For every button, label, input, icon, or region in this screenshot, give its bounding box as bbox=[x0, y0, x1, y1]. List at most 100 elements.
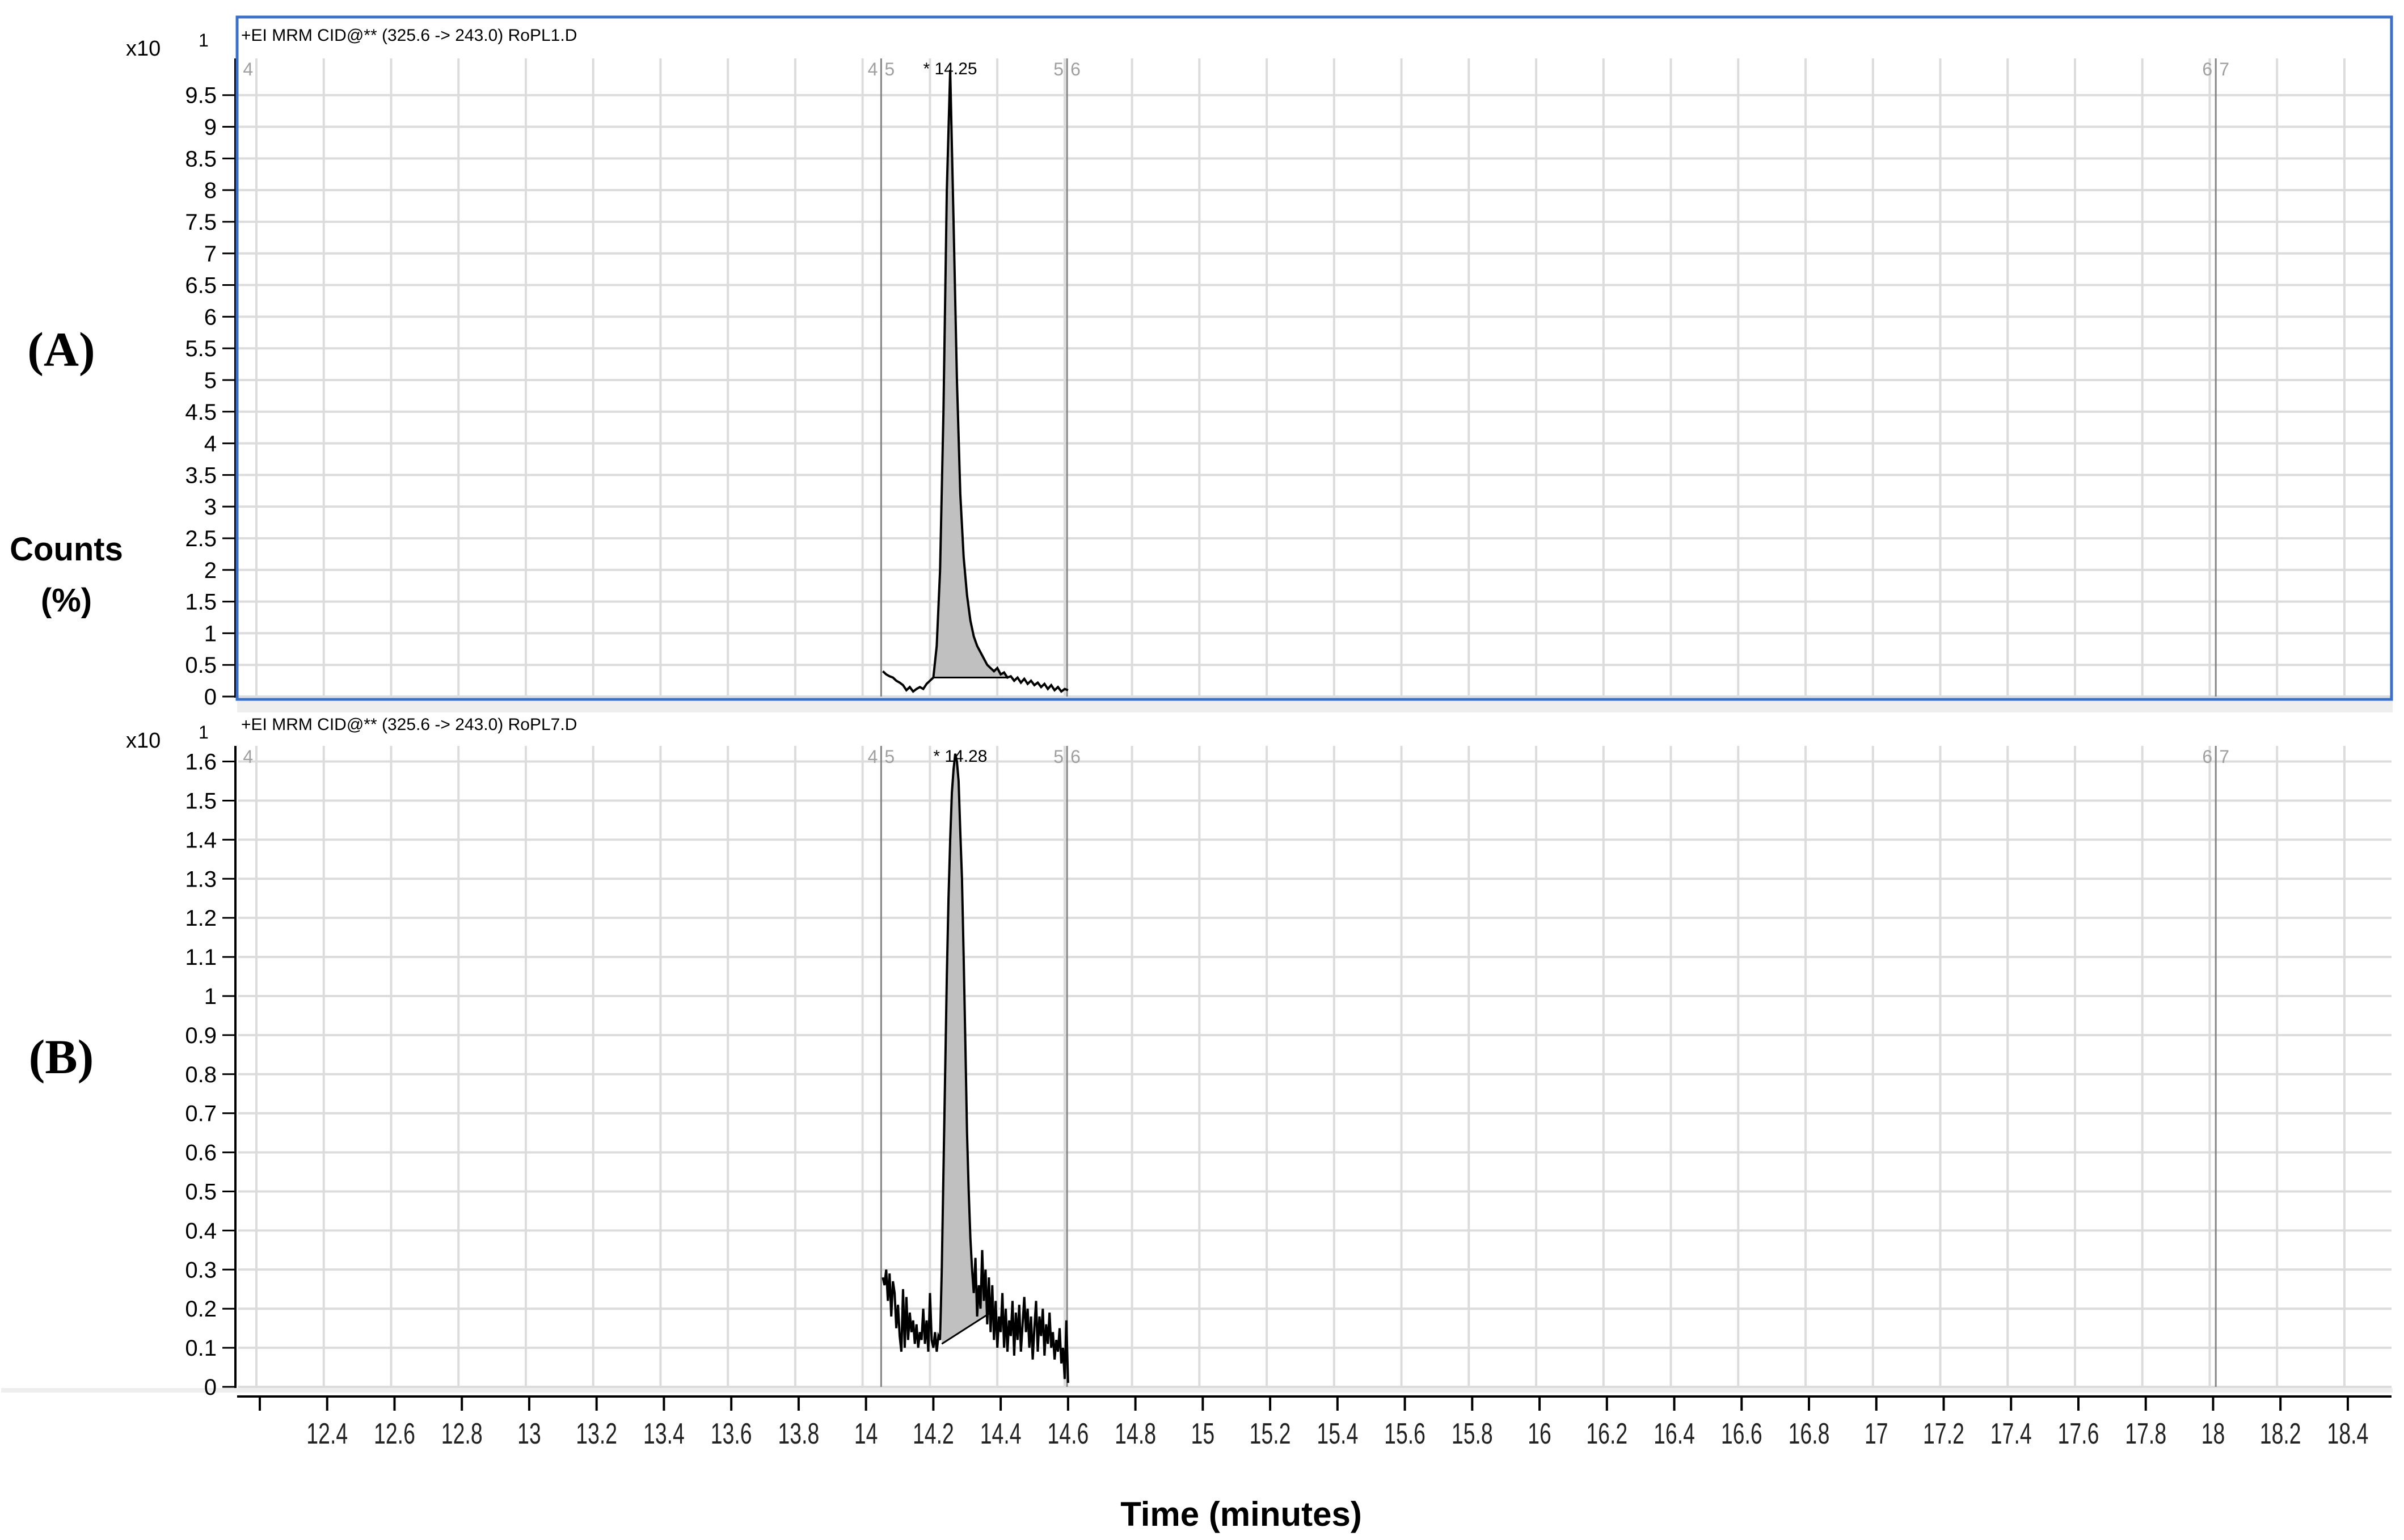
y-tick-label: 1.5 bbox=[185, 788, 217, 813]
x-tick-label: 13.8 bbox=[778, 1417, 819, 1450]
x-tick-label: 17.4 bbox=[1990, 1417, 2032, 1450]
y-tick-label: 0.6 bbox=[185, 1141, 217, 1166]
axis-separator bbox=[1, 1388, 2393, 1393]
y-tick-label: 0.4 bbox=[185, 1218, 217, 1243]
y-tick-label: 1 bbox=[204, 621, 217, 646]
panel-label-b: (B) bbox=[29, 1030, 94, 1084]
y-axis-label-line2: (%) bbox=[41, 582, 92, 619]
y-tick-label: 1.2 bbox=[185, 906, 217, 931]
peak-retention-time-label: * 14.28 bbox=[933, 747, 987, 766]
x-tick-label: 13.4 bbox=[643, 1417, 685, 1450]
segment-marker-right-label: 7 bbox=[2219, 59, 2229, 79]
trace-title: +EI MRM CID@** (325.6 -> 243.0) RoPL7.D bbox=[241, 715, 577, 734]
x-tick-label: 17 bbox=[1865, 1417, 1888, 1450]
y-multiplier-label: x10 bbox=[126, 729, 161, 753]
panel-label-a: (A) bbox=[27, 322, 95, 377]
x-tick-label: 15.2 bbox=[1250, 1417, 1291, 1450]
y-tick-label: 5.5 bbox=[185, 336, 217, 361]
y-tick-label: 7 bbox=[204, 242, 217, 267]
trace-title: +EI MRM CID@** (325.6 -> 243.0) RoPL1.D bbox=[241, 26, 577, 45]
chromatogram-figure: 4 4 5 5 6 6 7* 14.25+EI MRM CID@** (325.6 -> 2… bbox=[1, 15, 2393, 1533]
x-tick-label: 14 bbox=[854, 1417, 878, 1450]
y-multiplier-label: x10 bbox=[126, 37, 161, 61]
x-tick-label: 16.4 bbox=[1654, 1417, 1695, 1450]
peak-retention-time-label: * 14.25 bbox=[923, 60, 977, 78]
y-tick-label: 8 bbox=[204, 178, 217, 203]
y-tick-label: 0.8 bbox=[185, 1062, 217, 1087]
y-exponent-label: 1 bbox=[199, 722, 209, 742]
y-tick-label: 0 bbox=[204, 1375, 217, 1400]
segment-marker-left-label: 5 bbox=[1053, 746, 1064, 767]
y-tick-label: 6 bbox=[204, 305, 217, 330]
x-tick-label: 18.2 bbox=[2260, 1417, 2301, 1450]
segment-marker-left-label: 6 bbox=[2202, 59, 2212, 79]
x-tick-label: 17.6 bbox=[2058, 1417, 2099, 1450]
y-tick-label: 7.5 bbox=[185, 210, 217, 235]
y-tick-label: 1.3 bbox=[185, 867, 217, 892]
x-tick-label: 16.8 bbox=[1789, 1417, 1830, 1450]
x-tick-label: 18 bbox=[2201, 1417, 2225, 1450]
y-tick-label: 9.5 bbox=[185, 83, 217, 108]
x-axis-label: Time (minutes) bbox=[1120, 1495, 1362, 1533]
y-tick-label: 1 bbox=[204, 984, 217, 1009]
x-tick-label: 17.2 bbox=[1923, 1417, 1964, 1450]
x-tick-label: 15.6 bbox=[1384, 1417, 1425, 1450]
y-tick-label: 4 bbox=[204, 432, 217, 457]
x-tick-label: 15 bbox=[1191, 1417, 1215, 1450]
y-axis-label-line1: Counts bbox=[10, 531, 123, 568]
plot-area bbox=[238, 740, 2392, 1387]
y-tick-label: 9 bbox=[204, 115, 217, 140]
y-exponent-label: 1 bbox=[199, 30, 209, 50]
segment-marker-right-label: 5 bbox=[884, 59, 895, 79]
x-tick-label: 16 bbox=[1528, 1417, 1551, 1450]
segment-marker-left-label: 4 bbox=[868, 59, 878, 79]
segment-marker-left-label: 5 bbox=[1053, 59, 1064, 79]
x-tick-label: 12.8 bbox=[441, 1417, 483, 1450]
segment-marker-right-label: 6 bbox=[1070, 746, 1081, 767]
segment-marker-left-label: 6 bbox=[2202, 746, 2212, 767]
y-tick-label: 0.5 bbox=[185, 1179, 217, 1204]
x-tick-label: 15.4 bbox=[1317, 1417, 1358, 1450]
segment-marker-right-label: 4 bbox=[243, 746, 253, 767]
x-tick-label: 16.2 bbox=[1586, 1417, 1627, 1450]
y-tick-label: 0.3 bbox=[185, 1258, 217, 1282]
y-tick-label: 2.5 bbox=[185, 526, 217, 551]
x-tick-label: 12.6 bbox=[374, 1417, 415, 1450]
x-tick-label: 13.6 bbox=[711, 1417, 752, 1450]
y-tick-label: 5 bbox=[204, 368, 217, 393]
x-tick-label: 14.6 bbox=[1047, 1417, 1089, 1450]
segment-marker-right-label: 7 bbox=[2219, 746, 2229, 767]
x-tick-label: 18.4 bbox=[2327, 1417, 2369, 1450]
y-tick-label: 1.5 bbox=[185, 590, 217, 615]
x-tick-label: 17.8 bbox=[2125, 1417, 2166, 1450]
chromatogram-panel-b[interactable]: 4 4 5 5 6 6 7* 14.28+EI MRM CID@** (325.6 -> 2… bbox=[126, 715, 2392, 1400]
y-tick-label: 0.7 bbox=[185, 1102, 217, 1126]
y-tick-label: 1.4 bbox=[185, 828, 217, 853]
plot-area bbox=[238, 53, 2392, 697]
x-tick-label: 12.4 bbox=[306, 1417, 348, 1450]
x-tick-label: 13 bbox=[517, 1417, 541, 1450]
x-tick-label: 14.4 bbox=[980, 1417, 1022, 1450]
y-tick-label: 4.5 bbox=[185, 400, 217, 425]
y-tick-label: 6.5 bbox=[185, 273, 217, 298]
x-tick-label: 13.2 bbox=[576, 1417, 617, 1450]
y-tick-label: 0.5 bbox=[185, 653, 217, 678]
y-tick-label: 0 bbox=[204, 685, 217, 710]
y-tick-label: 8.5 bbox=[185, 146, 217, 171]
panel-separator bbox=[237, 701, 2393, 712]
y-tick-label: 1.1 bbox=[185, 945, 217, 970]
y-tick-label: 3.5 bbox=[185, 463, 217, 488]
chromatogram-panel-a[interactable]: 4 4 5 5 6 6 7* 14.25+EI MRM CID@** (325.6 -> 2… bbox=[126, 15, 2393, 710]
x-tick-label: 16.6 bbox=[1721, 1417, 1762, 1450]
y-tick-label: 1.6 bbox=[185, 750, 217, 775]
segment-marker-right-label: 5 bbox=[884, 746, 895, 767]
segment-marker-left-label: 4 bbox=[868, 746, 878, 767]
y-tick-label: 2 bbox=[204, 558, 217, 583]
x-axis: 12.4 12.6 12.8 13 13.2 13.4 13.6 13.8 14 14.2 14.4… bbox=[237, 1395, 2392, 1450]
y-tick-label: 0.2 bbox=[185, 1297, 217, 1322]
x-tick-label: 15.8 bbox=[1452, 1417, 1493, 1450]
y-tick-label: 0.9 bbox=[185, 1023, 217, 1048]
y-tick-label: 0.1 bbox=[185, 1336, 217, 1361]
x-tick-label: 14.8 bbox=[1115, 1417, 1156, 1450]
x-tick-label: 14.2 bbox=[913, 1417, 954, 1450]
